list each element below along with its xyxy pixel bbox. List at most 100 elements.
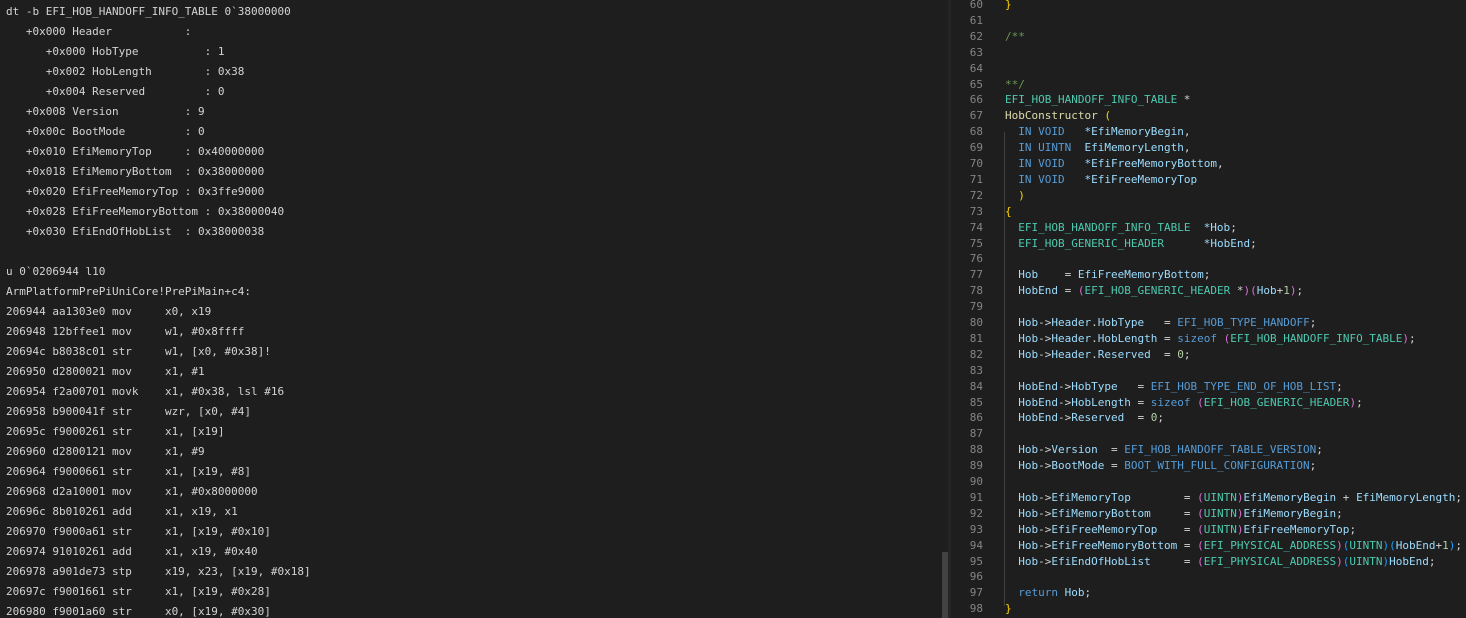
debugger-output-line: +0x000 Header :: [6, 25, 192, 38]
code-line[interactable]: 60}: [951, 0, 1466, 13]
code-line[interactable]: 61: [951, 13, 1466, 29]
line-number: 76: [969, 252, 983, 266]
code-token: EFI_HOB_TYPE_HANDOFF: [1177, 316, 1310, 329]
code-line[interactable]: 64: [951, 61, 1466, 77]
code-token: ;: [1349, 522, 1357, 536]
code-token: =: [1124, 411, 1151, 425]
code-line[interactable]: 90: [951, 474, 1466, 490]
code-line[interactable]: 81 Hob->Header.HobLength = sizeof (EFI_H…: [951, 331, 1466, 347]
code-text: Hob->Header.HobLength = sizeof (EFI_HOB_…: [1005, 331, 1415, 347]
code-line[interactable]: 95 Hob->EfiEndOfHobList = (EFI_PHYSICAL_…: [951, 554, 1466, 570]
code-text: HobEnd->Reserved = 0;: [1005, 410, 1164, 426]
code-token: ;: [1336, 506, 1343, 520]
code-line[interactable]: 94 Hob->EfiFreeMemoryBottom = (EFI_PHYSI…: [951, 538, 1466, 554]
debugger-output-line: 206944 aa1303e0 mov x0, x19: [6, 305, 212, 318]
code-line[interactable]: 79: [951, 299, 1466, 315]
code-line[interactable]: 92 Hob->EfiMemoryBottom = (UINTN)EfiMemo…: [951, 506, 1466, 522]
code-token: return: [1018, 586, 1058, 600]
code-line[interactable]: 97 return Hob;: [951, 585, 1466, 601]
debugger-output-line: 206968 d2a10001 mov x1, #0x8000000: [6, 485, 258, 498]
code-token: Header: [1051, 347, 1092, 361]
debugger-output-line: 206964 f9000661 str x1, [x19, #8]: [6, 465, 252, 478]
code-token: HobLength: [1097, 331, 1158, 345]
code-text: Hob->EfiFreeMemoryBottom = (EFI_PHYSICAL…: [1005, 538, 1462, 554]
code-token: *: [1177, 93, 1191, 107]
code-token: HobType: [1071, 379, 1118, 393]
code-text: Hob->EfiMemoryTop = (UINTN)EfiMemoryBegi…: [1005, 490, 1462, 506]
code-token: ,: [1183, 125, 1191, 139]
code-text: }: [1005, 601, 1012, 617]
code-line[interactable]: 78 HobEnd = (EFI_HOB_GENERIC_HEADER *)(H…: [951, 283, 1466, 299]
code-line[interactable]: 68 IN VOID *EfiMemoryBegin,: [951, 124, 1466, 140]
code-line[interactable]: 73 {: [951, 204, 1466, 220]
debugger-output-pane: dt -b EFI_HOB_HANDOFF_INFO_TABLE 0`38000…: [0, 0, 942, 618]
code-token: =: [1097, 443, 1125, 457]
code-token: **/: [1005, 77, 1025, 91]
code-line[interactable]: 85 HobEnd->HobLength = sizeof (EFI_HOB_G…: [951, 395, 1466, 411]
code-line[interactable]: 98}: [951, 601, 1466, 617]
code-line[interactable]: 71 IN VOID *EfiFreeMemoryTop: [951, 172, 1466, 188]
code-line[interactable]: 86 HobEnd->Reserved = 0;: [951, 410, 1466, 426]
code-line[interactable]: 91 Hob->EfiMemoryTop = (UINTN)EfiMemoryB…: [951, 490, 1466, 506]
code-token: ;: [1296, 284, 1304, 298]
code-line[interactable]: 70 IN VOID *EfiFreeMemoryBottom,: [951, 156, 1466, 172]
code-token: BootMode: [1051, 459, 1105, 473]
debugger-output-line: 206950 d2800021 mov x1, #1: [6, 365, 205, 378]
code-line[interactable]: 88 Hob->Version = EFI_HOB_HANDOFF_TABLE_…: [951, 442, 1466, 458]
debugger-output-line: dt -b EFI_HOB_HANDOFF_INFO_TABLE 0`38000…: [6, 5, 291, 18]
line-number: 73: [969, 204, 983, 218]
code-line[interactable]: 75 EFI_HOB_GENERIC_HEADER *HobEnd;: [951, 236, 1466, 252]
code-line[interactable]: 67 HobConstructor (: [951, 108, 1466, 124]
code-token: =: [1150, 506, 1198, 520]
code-line[interactable]: 87: [951, 426, 1466, 442]
code-line[interactable]: 96: [951, 569, 1466, 585]
code-token: EFI_HOB_HANDOFF_INFO_TABLE: [1005, 93, 1178, 107]
code-token: ->: [1038, 490, 1052, 504]
code-token: IN: [1018, 141, 1032, 155]
code-line[interactable]: 74 EFI_HOB_HANDOFF_INFO_TABLE *Hob;: [951, 220, 1466, 236]
code-line[interactable]: 82 Hob->Header.Reserved = 0;: [951, 347, 1466, 363]
code-text: Hob->Header.HobType = EFI_HOB_TYPE_HANDO…: [1005, 315, 1316, 331]
code-text: EFI_HOB_GENERIC_HEADER *HobEnd;: [1005, 236, 1257, 252]
code-line[interactable]: 66 EFI_HOB_HANDOFF_INFO_TABLE *: [951, 92, 1466, 108]
code-token: EfiFreeMemoryBottom: [1051, 538, 1178, 552]
code-token: UINTN: [1349, 538, 1383, 552]
code-token: EFI_HOB_HANDOFF_TABLE_VERSION: [1124, 443, 1317, 457]
code-token: =: [1117, 379, 1151, 393]
code-token: Version: [1051, 443, 1098, 457]
code-line[interactable]: 83: [951, 363, 1466, 379]
code-token: (: [1197, 490, 1204, 504]
line-number: 85: [969, 395, 983, 409]
code-line[interactable]: 89 Hob->BootMode = BOOT_WITH_FULL_CONFIG…: [951, 458, 1466, 474]
code-line[interactable]: 77 Hob = EfiFreeMemoryBottom;: [951, 267, 1466, 283]
code-text: HobEnd->HobLength = sizeof (EFI_HOB_GENE…: [1005, 395, 1362, 411]
code-line[interactable]: 69 IN UINTN EfiMemoryLength,: [951, 140, 1466, 156]
code-line[interactable]: 76: [951, 251, 1466, 267]
code-token: EfiMemoryBegin: [1243, 490, 1337, 504]
code-line[interactable]: 63: [951, 45, 1466, 61]
code-token: Hob: [1018, 331, 1039, 345]
code-token: UINTN: [1203, 506, 1237, 520]
code-token: ;: [1230, 220, 1237, 234]
code-token: ->: [1058, 411, 1072, 425]
code-line[interactable]: 62 /**: [951, 29, 1466, 45]
code-line[interactable]: 72 ): [951, 188, 1466, 204]
line-number: 63: [969, 45, 983, 59]
code-token: ;: [1250, 236, 1257, 250]
code-token: EfiMemoryTop: [1051, 490, 1131, 504]
code-editor-pane[interactable]: 60} 61 62/** 63 64 65 **/66 EFI_HOB_HANDOFF_INF…: [951, 0, 1466, 618]
code-line[interactable]: 80 Hob->Header.HobType = EFI_HOB_TYPE_HA…: [951, 315, 1466, 331]
line-number: 84: [969, 379, 983, 393]
code-line[interactable]: 84 HobEnd->HobType = EFI_HOB_TYPE_END_OF…: [951, 379, 1466, 395]
code-line[interactable]: 93 Hob->EfiFreeMemoryTop = (UINTN)EfiFre…: [951, 522, 1466, 538]
code-line[interactable]: 65 **/: [951, 77, 1466, 93]
code-text: Hob->Version = EFI_HOB_HANDOFF_TABLE_VER…: [1005, 442, 1323, 458]
